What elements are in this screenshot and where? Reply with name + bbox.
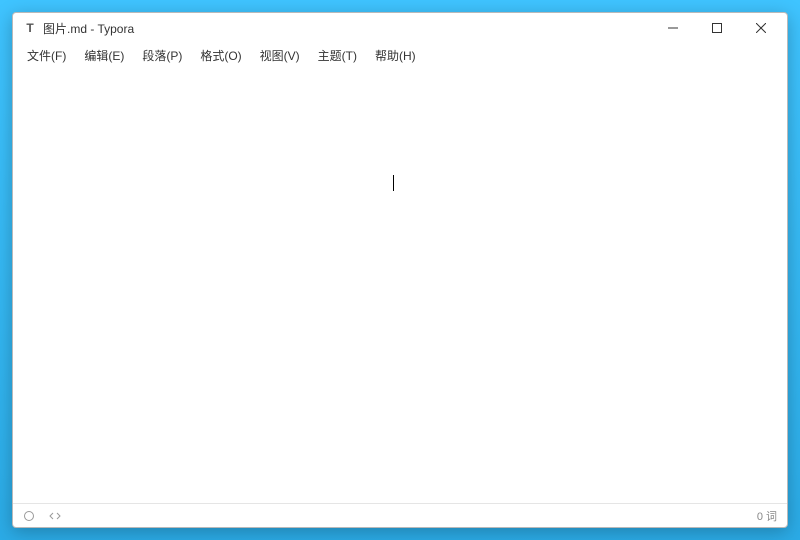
app-window: T 图片.md - Typora 文件(F) 编辑(E) 段落(P) 格式(O)… bbox=[12, 12, 788, 528]
code-icon bbox=[49, 510, 61, 522]
maximize-icon bbox=[712, 23, 722, 33]
editor-area[interactable] bbox=[13, 67, 787, 503]
menu-help[interactable]: 帮助(H) bbox=[367, 45, 424, 66]
circle-icon bbox=[23, 510, 35, 522]
statusbar: 0 词 bbox=[13, 503, 787, 527]
menu-edit[interactable]: 编辑(E) bbox=[76, 45, 132, 66]
window-controls bbox=[651, 13, 783, 43]
app-icon: T bbox=[23, 21, 37, 35]
desktop-background: T 图片.md - Typora 文件(F) 编辑(E) 段落(P) 格式(O)… bbox=[0, 0, 800, 540]
menu-paragraph[interactable]: 段落(P) bbox=[134, 45, 190, 66]
minimize-icon bbox=[668, 23, 678, 33]
window-title: 图片.md - Typora bbox=[43, 20, 134, 37]
menubar: 文件(F) 编辑(E) 段落(P) 格式(O) 视图(V) 主题(T) 帮助(H… bbox=[13, 43, 787, 67]
maximize-button[interactable] bbox=[695, 13, 739, 43]
menu-view[interactable]: 视图(V) bbox=[252, 45, 308, 66]
source-mode-button[interactable] bbox=[49, 510, 61, 522]
close-button[interactable] bbox=[739, 13, 783, 43]
word-count[interactable]: 0 词 bbox=[757, 508, 777, 524]
titlebar[interactable]: T 图片.md - Typora bbox=[13, 13, 787, 43]
menu-format[interactable]: 格式(O) bbox=[192, 45, 249, 66]
close-icon bbox=[756, 23, 766, 33]
minimize-button[interactable] bbox=[651, 13, 695, 43]
text-cursor bbox=[393, 175, 394, 191]
sidebar-toggle-button[interactable] bbox=[23, 510, 35, 522]
menu-file[interactable]: 文件(F) bbox=[19, 45, 74, 66]
menu-theme[interactable]: 主题(T) bbox=[310, 45, 365, 66]
